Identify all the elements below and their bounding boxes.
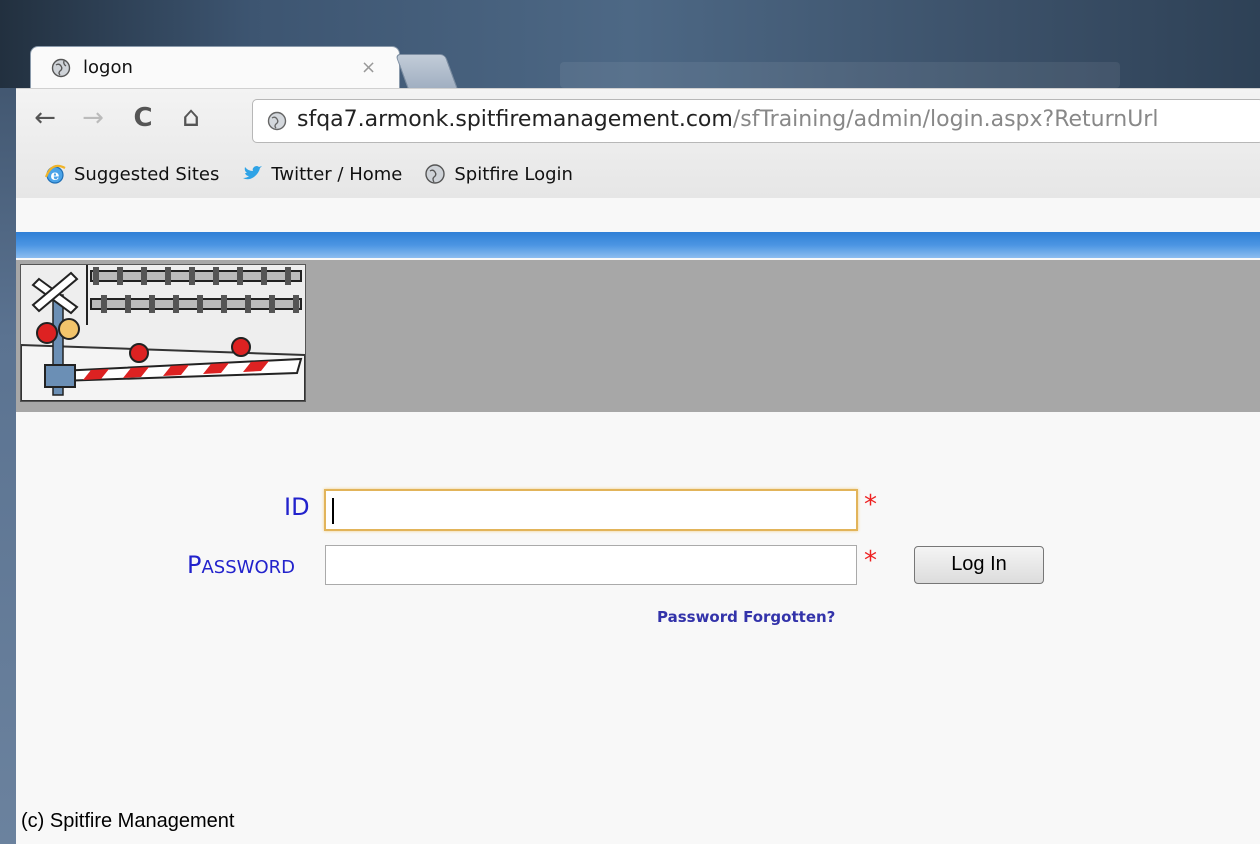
log-in-button[interactable]: Log In [914,546,1044,584]
bookmark-label: Suggested Sites [74,163,220,185]
bookmark-suggested-sites[interactable]: e Suggested Sites [44,163,219,185]
id-required-marker: * [864,490,877,520]
password-label: PASSWORD [187,551,295,579]
password-forgotten-link[interactable]: Password Forgotten? [657,608,835,626]
titlebar-glow [560,62,1120,88]
forward-button[interactable]: → [78,103,108,133]
globe-icon [51,58,71,78]
railroad-crossing-logo [20,264,306,402]
page-info-globe-icon [267,111,287,131]
back-button[interactable]: ← [30,103,60,133]
bookmarks-bar: e Suggested Sites Twitter / Home Spitfir… [44,159,573,189]
copyright-text: (c) Spitfire Management [21,810,235,832]
svg-text:e: e [51,168,60,184]
url-path: /sfTraining/admin/login.aspx?ReturnUrl [732,107,1159,132]
url-domain: sfqa7.armonk.spitfiremanagement.com [297,107,733,132]
password-input[interactable] [325,545,857,585]
id-label: ID [284,493,310,521]
bookmark-twitter-home[interactable]: Twitter / Home [241,163,402,185]
ie-icon: e [44,164,66,184]
globe-icon [425,164,446,184]
password-label-initial: P [187,551,202,579]
password-label-rest: ASSWORD [201,557,295,578]
bookmark-spitfire-login[interactable]: Spitfire Login [424,163,573,185]
browser-toolbar: ← → C ⌂ sfqa7.armonk.spitfiremanagement.… [16,88,1260,199]
password-required-marker: * [864,546,877,576]
bookmark-label: Twitter / Home [271,163,403,185]
tab-title: logon [83,57,133,78]
home-button[interactable]: ⌂ [176,100,206,133]
bookmark-label: Spitfire Login [454,163,573,185]
address-bar[interactable]: sfqa7.armonk.spitfiremanagement.com/sfTr… [252,99,1260,143]
text-caret [332,498,334,524]
header-gray-band [16,260,1260,412]
id-input[interactable] [324,489,858,531]
reload-button[interactable]: C [128,103,158,133]
url-text: sfqa7.armonk.spitfiremanagement.com/sfTr… [297,107,1158,132]
header-blue-band [16,232,1260,258]
twitter-bird-icon [243,166,263,180]
page-content: ID * PASSWORD * Log In Password Forgotte… [16,198,1260,844]
browser-tab[interactable]: logon × [30,46,400,91]
tab-close-icon[interactable]: × [361,57,376,78]
